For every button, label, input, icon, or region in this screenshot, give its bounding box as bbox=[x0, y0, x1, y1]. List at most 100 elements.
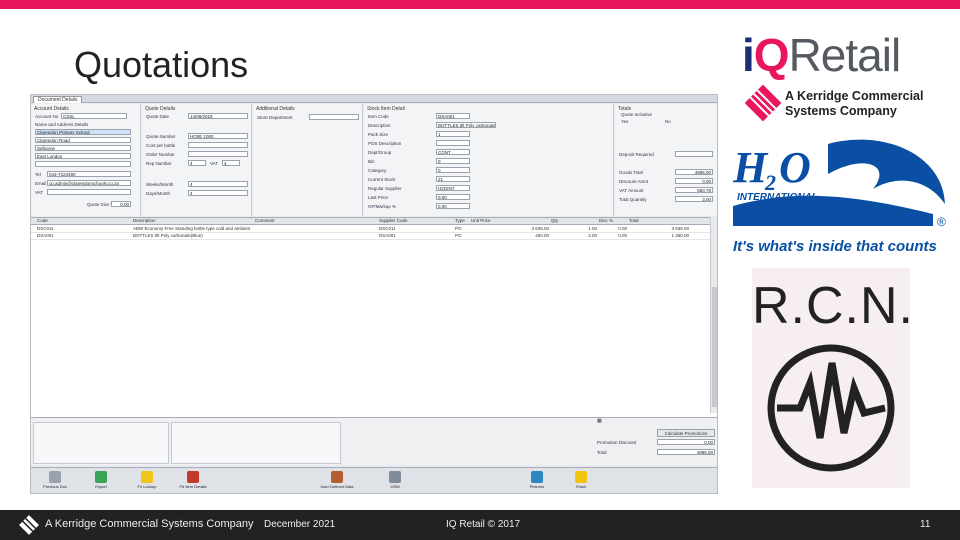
store-department-select[interactable] bbox=[309, 114, 359, 120]
table-row[interactable]: DSC011 ABW Economy Free Standing bottle t… bbox=[31, 226, 711, 233]
cost-per-bottle-label: Cost per bottle bbox=[146, 143, 176, 148]
stock-label: Item Code bbox=[368, 114, 389, 119]
toolbar-button[interactable]: Previous Doc bbox=[35, 469, 75, 493]
stock-field[interactable]: DSA001 bbox=[436, 113, 470, 119]
table-row[interactable]: DSA001 BOTTLES 5lt Poly carbonate(Blue) DS… bbox=[31, 233, 711, 240]
flash-icon bbox=[575, 471, 587, 483]
toolbar-button-label: Previous Doc bbox=[43, 484, 67, 489]
kerridge-line-1: A Kerridge Commercial bbox=[785, 89, 924, 103]
footer-kerridge-icon bbox=[19, 515, 39, 535]
grid-header-cell[interactable]: Code bbox=[37, 218, 127, 224]
totals-field[interactable]: 3.00 bbox=[675, 196, 713, 202]
iq-logo-q: Q bbox=[753, 29, 790, 81]
iq-logo-retail: Retail bbox=[788, 29, 902, 81]
order-number-field[interactable] bbox=[188, 151, 248, 157]
grid-scroll-thumb[interactable] bbox=[712, 287, 717, 407]
h2o-tagline: It's what's inside that counts bbox=[733, 238, 937, 255]
quote-vat-label: VAT bbox=[210, 161, 219, 166]
registered-mark: ® bbox=[937, 215, 946, 229]
cost-per-bottle-field[interactable] bbox=[188, 142, 248, 148]
h2o-international-logo: H 2 O INTERNATIONAL ® It's what's inside… bbox=[733, 134, 955, 259]
grid-header-cell[interactable]: Type bbox=[455, 218, 469, 224]
quote-disc-field[interactable]: 0.00 bbox=[111, 201, 131, 207]
table-cell: 450.00 bbox=[535, 233, 549, 238]
stock-label: Description bbox=[368, 123, 391, 128]
toolbar-button[interactable]: CRM bbox=[375, 469, 415, 493]
table-cell: DSA001 bbox=[379, 233, 396, 238]
email-field[interactable]: cp.admin@clarendonschools.co.za bbox=[47, 180, 131, 186]
calculate-promotions-button[interactable]: Calculate Promotions bbox=[657, 429, 715, 437]
promotion-discount-field[interactable]: 0.00 bbox=[657, 439, 715, 445]
tab-document-details[interactable]: Document Details bbox=[33, 96, 83, 103]
totals-field[interactable]: 650.78 bbox=[675, 187, 713, 193]
page-number: 11 bbox=[920, 519, 931, 530]
stock-field[interactable]: 0.00 bbox=[436, 203, 470, 209]
stock-field[interactable]: BOTTLES 5lt Poly carbonate bbox=[436, 122, 496, 128]
address-line-4[interactable]: East London bbox=[35, 153, 131, 159]
stock-field[interactable]: 21 bbox=[436, 176, 470, 182]
quote-date-field[interactable]: 14/08/2019 bbox=[188, 113, 248, 119]
tel-field[interactable]: 043-7223490 bbox=[47, 171, 131, 177]
grid-header-cell[interactable]: Total bbox=[629, 218, 689, 224]
stock-field[interactable]: CONT bbox=[436, 149, 470, 155]
toolbar-button[interactable]: User Defined Data bbox=[317, 469, 357, 493]
inclusive-no-radio[interactable]: No bbox=[665, 119, 671, 124]
grid-header-cell[interactable]: Unit Price bbox=[471, 218, 549, 224]
table-cell: 1.00 bbox=[588, 226, 597, 231]
stock-field[interactable]: 0.00 bbox=[436, 194, 470, 200]
toolbar-button[interactable]: Pictures bbox=[517, 469, 557, 493]
email-label: Email bbox=[35, 181, 47, 186]
table-cell: 0.00 bbox=[618, 226, 627, 231]
toolbar-button-label: Export bbox=[95, 484, 107, 489]
rcn-signal-icon bbox=[767, 344, 895, 472]
quote-number-field[interactable]: HQ0E 1000 bbox=[188, 133, 248, 139]
stock-field[interactable]: 0 bbox=[436, 167, 470, 173]
stock-field[interactable]: H2OINT bbox=[436, 185, 470, 191]
toolbar-button-label: Flash bbox=[576, 484, 586, 489]
deposit-field[interactable] bbox=[675, 151, 713, 157]
toolbar-button[interactable]: F6 Item Details bbox=[173, 469, 213, 493]
stock-field[interactable]: 1 bbox=[436, 131, 470, 137]
stock-label: Current Stock bbox=[368, 177, 396, 182]
address-line-3[interactable]: Selborne bbox=[35, 145, 131, 151]
quote-vat-field[interactable]: 4 bbox=[222, 160, 240, 166]
grid-header-cell[interactable]: Supplier Code bbox=[379, 218, 449, 224]
stock-label: POS Description bbox=[368, 141, 402, 146]
quotation-window: Document Details Account Details Account… bbox=[30, 94, 718, 494]
slide-title: Quotations bbox=[74, 44, 249, 85]
toolbar-button[interactable]: Export bbox=[81, 469, 121, 493]
line-items-grid: Code Description Comment Supplier Code Type U… bbox=[31, 217, 717, 417]
lightbulb-icon bbox=[141, 471, 153, 483]
weeks-field[interactable]: 4 bbox=[188, 181, 248, 187]
additional-section-title: Additional Details bbox=[256, 106, 295, 112]
rep-number-field[interactable]: 4 bbox=[188, 160, 206, 166]
account-field[interactable]: CSSL bbox=[61, 113, 127, 119]
grid-header: Code Description Comment Supplier Code Type U… bbox=[31, 218, 711, 225]
grid-scrollbar[interactable] bbox=[710, 217, 717, 413]
totals-panel: Totals Quote Inclusive Yes No Deposit Re… bbox=[615, 104, 717, 216]
inclusive-yes-radio[interactable]: Yes bbox=[621, 119, 628, 124]
calculator-icon[interactable]: ▦ bbox=[597, 418, 602, 424]
grid-header-cell[interactable]: Description bbox=[133, 218, 253, 224]
toolbar-button[interactable]: F4 Lookup bbox=[127, 469, 167, 493]
memo-box-1[interactable] bbox=[33, 422, 169, 464]
totals-field[interactable]: 0.00 bbox=[675, 178, 713, 184]
table-cell: ABW Economy Free Standing bottle type co… bbox=[133, 226, 251, 231]
grid-header-cell[interactable]: Comment bbox=[255, 218, 375, 224]
promo-total-field[interactable]: 4985.00 bbox=[657, 449, 715, 455]
days-field[interactable]: 4 bbox=[188, 190, 248, 196]
address-line-1[interactable]: Clarendon Primary School bbox=[35, 129, 131, 135]
table-cell: PO bbox=[455, 226, 462, 231]
stock-field[interactable] bbox=[436, 140, 470, 146]
stock-field[interactable]: 0 bbox=[436, 158, 470, 164]
memo-box-2[interactable] bbox=[171, 422, 341, 464]
address-line-2[interactable]: Clarendon Road bbox=[35, 137, 131, 143]
totals-field[interactable]: 4985.00 bbox=[675, 169, 713, 175]
toolbar-button-label: F4 Lookup bbox=[137, 484, 157, 489]
vat-field[interactable] bbox=[47, 189, 131, 195]
grid-header-cell[interactable]: Qty bbox=[551, 218, 597, 224]
toolbar-button[interactable]: Flash bbox=[561, 469, 601, 493]
address-line-5[interactable] bbox=[35, 161, 131, 167]
bottom-area: ▦ Calculate Promotions Promotion Discoun… bbox=[31, 417, 717, 465]
grid-header-cell[interactable]: Disc % bbox=[599, 218, 627, 224]
